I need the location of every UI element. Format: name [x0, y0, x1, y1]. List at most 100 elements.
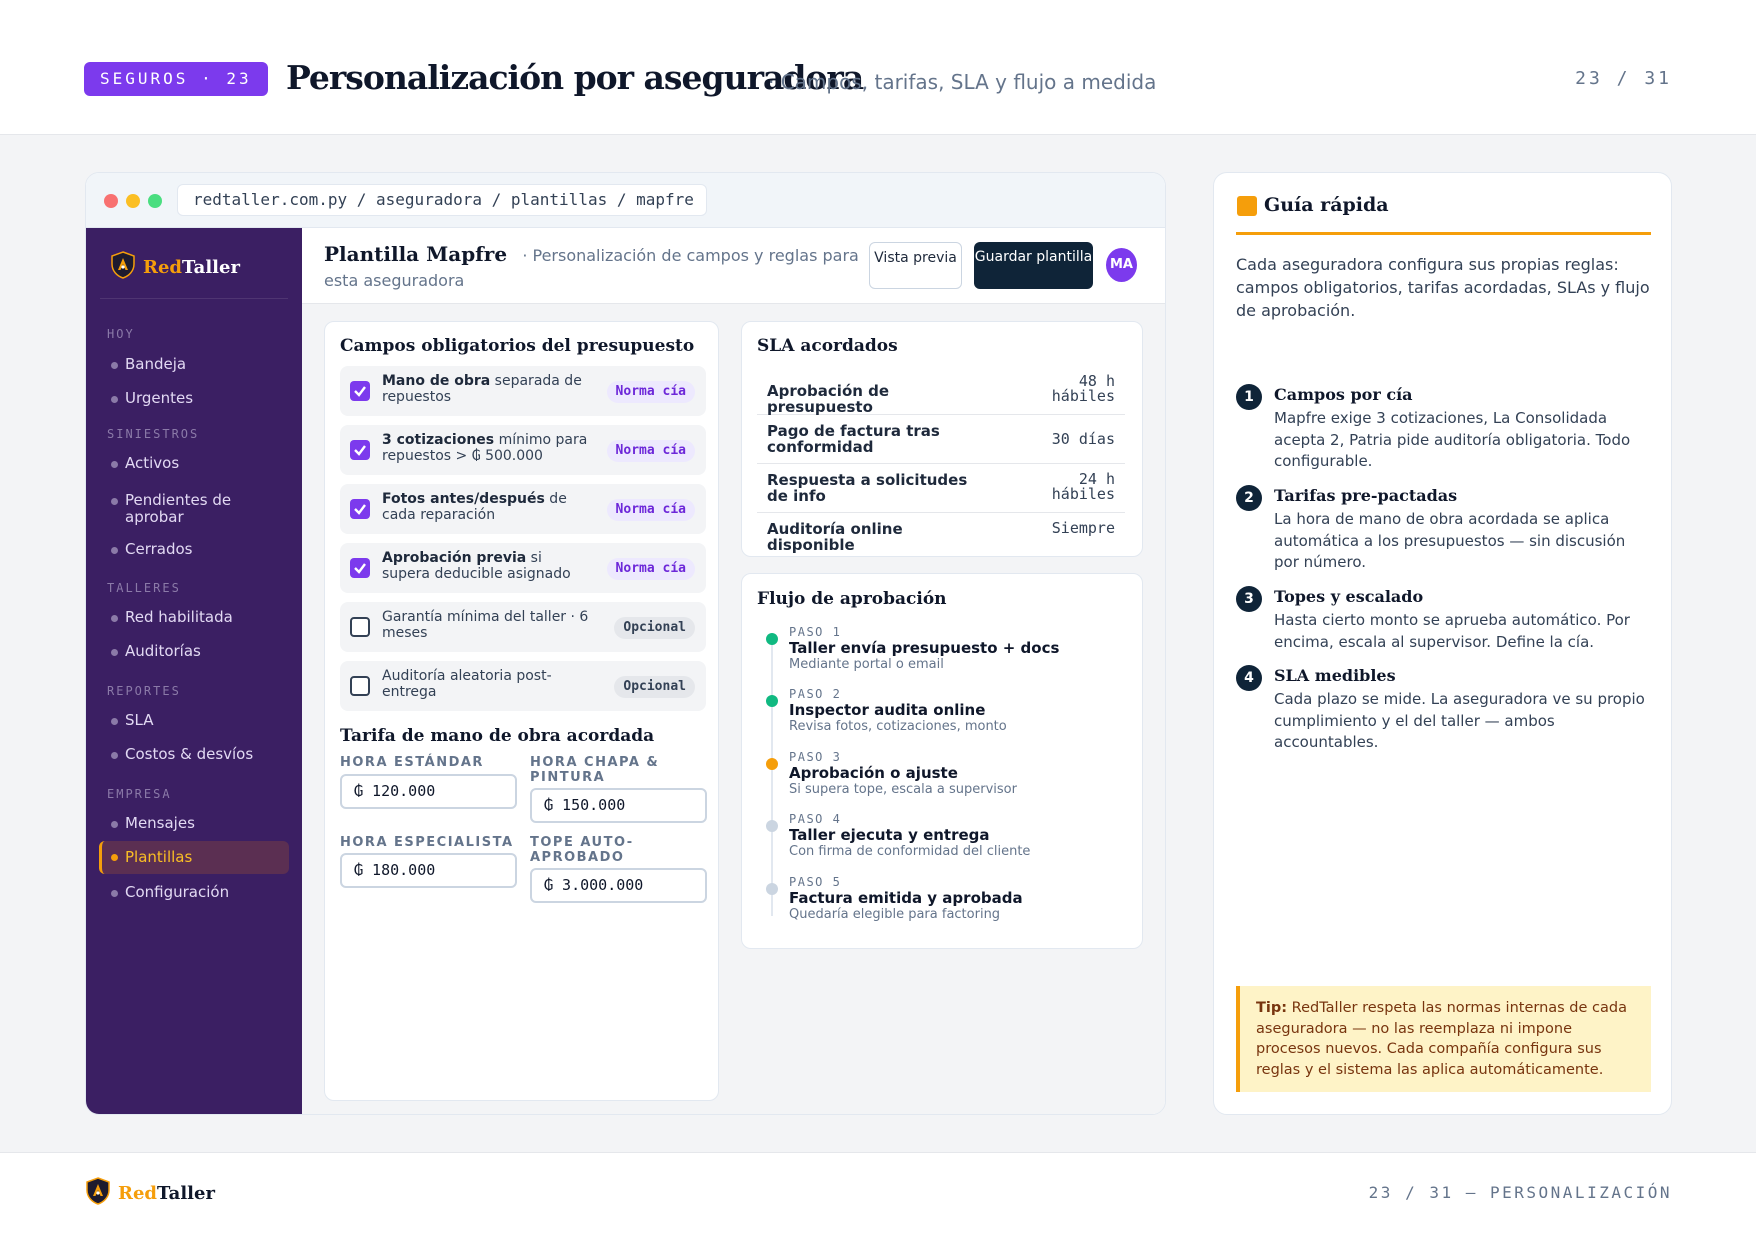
quick-guide-panel: Guía rápida Cada aseguradora configura s…	[1213, 172, 1672, 1115]
optional-tag: Opcional	[614, 676, 695, 698]
step-dot-icon	[766, 695, 778, 707]
field-row[interactable]: Fotos antes/después de cada reparación N…	[340, 484, 706, 534]
checkbox-icon[interactable]	[350, 617, 370, 637]
sla-title: SLA acordados	[757, 336, 898, 356]
sla-card: SLA acordados Aprobación de presupuesto …	[741, 321, 1143, 557]
sla-row: Pago de factura tras conformidad 30 días	[757, 415, 1125, 464]
guide-item-desc: Mapfre exige 3 cotizaciones, La Consolid…	[1274, 409, 1631, 470]
shield-logo-icon	[86, 1177, 110, 1209]
sidebar: RedTaller HOY Bandeja Urgentes SINIESTRO…	[86, 228, 302, 1114]
sidebar-item-plantillas[interactable]: Plantillas	[99, 841, 289, 874]
sidebar-item-activos[interactable]: Activos	[99, 455, 289, 472]
slide-footer: RedTaller 23 / 31 — PERSONALIZACIÓN	[0, 1152, 1756, 1242]
app-window: redtaller.com.py / aseguradora / plantil…	[85, 172, 1166, 1115]
main-content: Plantilla Mapfre · Personalización de ca…	[302, 228, 1165, 1114]
norma-tag: Norma cía	[606, 558, 695, 580]
checkbox-icon[interactable]	[350, 676, 370, 696]
timeline-line	[771, 634, 773, 916]
sidebar-item-red-habilitada[interactable]: Red habilitada	[99, 609, 289, 626]
field-row[interactable]: Mano de obra separada de repuestos Norma…	[340, 366, 706, 416]
sidebar-item-sla[interactable]: SLA	[99, 712, 289, 729]
checkbox-icon[interactable]	[350, 558, 370, 578]
guide-intro: Cada aseguradora configura sus propias r…	[1236, 255, 1650, 320]
brand-taller: Taller	[182, 256, 240, 278]
section-siniestros: SINIESTROS	[107, 427, 200, 441]
sidebar-divider	[100, 298, 288, 299]
tope-input[interactable]: ₲ 3.000.000	[530, 868, 707, 903]
field-row[interactable]: Garantía mínima del taller · 6 meses Opc…	[340, 602, 706, 652]
hora-estandar-label: HORA ESTÁNDAR	[340, 755, 484, 770]
sidebar-item-urgentes[interactable]: Urgentes	[99, 390, 289, 407]
step-dot-icon	[766, 883, 778, 895]
preview-button[interactable]: Vista previa	[869, 242, 962, 289]
minimize-dot-icon[interactable]	[126, 194, 140, 208]
flow-step: PASO 4 Taller ejecuta y entrega Con firma …	[789, 812, 1031, 859]
guide-item-title: SLA medibles	[1274, 666, 1396, 685]
flow-title: Flujo de aprobación	[757, 589, 947, 609]
step-dot-icon	[766, 758, 778, 770]
section-reportes: REPORTES	[107, 684, 181, 698]
optional-tag: Opcional	[614, 617, 695, 639]
tip-label: Tip:	[1256, 1000, 1288, 1016]
tope-label: TOPE AUTO-APROBADO	[530, 835, 634, 865]
sidebar-item-cerrados[interactable]: Cerrados	[99, 541, 289, 558]
flow-step: PASO 2 Inspector audita online Revisa foto…	[789, 687, 1007, 734]
sidebar-brand[interactable]: RedTaller	[111, 251, 240, 282]
tarifa-title: Tarifa de mano de obra acordada	[340, 726, 655, 746]
flow-step: PASO 5 Factura emitida y aprobada Quedaría…	[789, 875, 1023, 922]
hora-chapa-input[interactable]: ₲ 150.000	[530, 788, 707, 823]
sidebar-item-mensajes[interactable]: Mensajes	[99, 815, 289, 832]
flow-card: Flujo de aprobación PASO 1 Taller envía p…	[741, 573, 1143, 949]
brand-red: Red	[143, 256, 182, 278]
guide-item-title: Campos por cía	[1274, 385, 1413, 404]
sidebar-item-auditorias[interactable]: Auditorías	[99, 643, 289, 660]
tip-box: Tip: RedTaller respeta las normas intern…	[1236, 986, 1651, 1092]
norma-tag: Norma cía	[606, 499, 695, 521]
tip-text: RedTaller respeta las normas internas de…	[1256, 1000, 1627, 1078]
sidebar-item-costos[interactable]: Costos & desvíos	[99, 746, 289, 763]
field-row[interactable]: Aprobación previa si supera deducible as…	[340, 543, 706, 593]
number-badge: 2	[1236, 485, 1262, 511]
norma-tag: Norma cía	[606, 381, 695, 403]
guide-title: Guía rápida	[1264, 194, 1389, 216]
sla-row: Respuesta a solicitudes de info 24 h hábi…	[757, 464, 1125, 513]
field-text: Fotos antes/después de cada reparación	[382, 491, 567, 523]
checkbox-icon[interactable]	[350, 381, 370, 401]
sidebar-item-bandeja[interactable]: Bandeja	[99, 356, 289, 373]
checkbox-icon[interactable]	[350, 440, 370, 460]
content-header: Plantilla Mapfre · Personalización de ca…	[302, 228, 1165, 304]
footer-brand: RedTaller	[86, 1177, 215, 1209]
section-badge: SEGUROS · 23	[84, 62, 268, 96]
field-text: 3 cotizaciones mínimo para repuestos > ₲…	[382, 432, 588, 464]
norma-tag: Norma cía	[606, 440, 695, 462]
url-bar[interactable]: redtaller.com.py / aseguradora / plantil…	[177, 184, 707, 216]
guide-square-icon	[1237, 196, 1257, 216]
field-text: Mano de obra separada de repuestos	[382, 373, 582, 405]
hora-especialista-input[interactable]: ₲ 180.000	[340, 853, 517, 888]
guide-item-desc: La hora de mano de obra acordada se apli…	[1274, 510, 1626, 571]
sidebar-item-pendientes[interactable]: Pendientes de aprobar	[99, 492, 289, 526]
checkbox-icon[interactable]	[350, 499, 370, 519]
flow-step: PASO 1 Taller envía presupuesto + docs Med…	[789, 625, 1060, 672]
step-dot-icon	[766, 820, 778, 832]
hora-chapa-label: HORA CHAPA & PINTURA	[530, 755, 660, 785]
guide-item-title: Tarifas pre-pactadas	[1274, 486, 1458, 505]
save-template-button[interactable]: Guardar plantilla	[974, 242, 1093, 289]
field-text: Aprobación previa si supera deducible as…	[382, 550, 571, 582]
number-badge: 1	[1236, 384, 1262, 410]
avatar[interactable]: MA	[1106, 248, 1137, 282]
step-dot-icon	[766, 633, 778, 645]
section-empresa: EMPRESA	[107, 787, 172, 801]
hora-estandar-input[interactable]: ₲ 120.000	[340, 774, 517, 809]
sidebar-item-configuracion[interactable]: Configuración	[99, 884, 289, 901]
field-row[interactable]: 3 cotizaciones mínimo para repuestos > ₲…	[340, 425, 706, 475]
maximize-dot-icon[interactable]	[148, 194, 162, 208]
close-dot-icon[interactable]	[104, 194, 118, 208]
slide-stage: redtaller.com.py / aseguradora / plantil…	[0, 135, 1756, 1152]
guide-item-desc: Hasta cierto monto se aprueba automático…	[1274, 611, 1630, 651]
field-row[interactable]: Auditoría aleatoria post-entrega Opciona…	[340, 661, 706, 711]
page-number: 23 / 31	[1575, 68, 1672, 89]
guide-underline	[1236, 232, 1651, 235]
field-text: Garantía mínima del taller · 6 meses	[382, 609, 589, 641]
sla-row: Auditoría online disponible Siempre	[767, 519, 1115, 554]
